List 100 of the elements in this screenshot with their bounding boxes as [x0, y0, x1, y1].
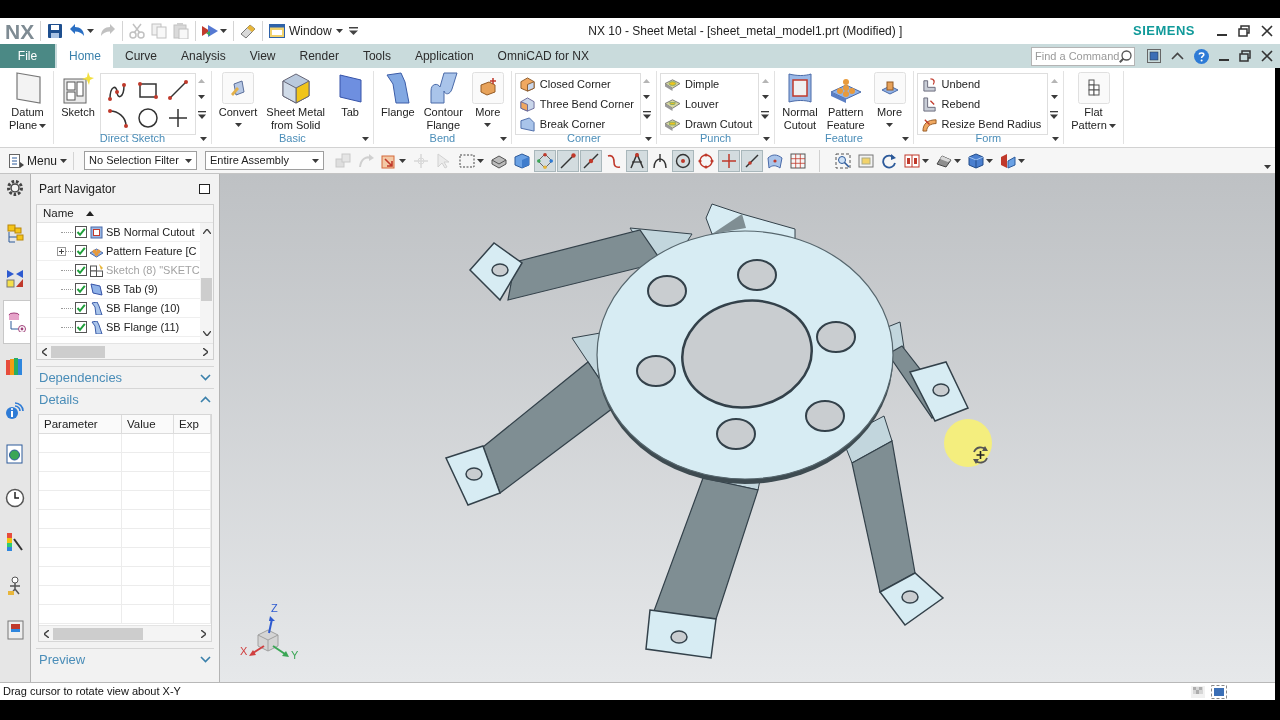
- checkbox[interactable]: [75, 302, 87, 314]
- restore-icon[interactable]: [1239, 50, 1251, 62]
- scroll-down-icon[interactable]: [761, 95, 769, 99]
- tree-item-label[interactable]: SB Normal Cutout: [106, 223, 195, 241]
- toolbar-button[interactable]: [557, 149, 580, 172]
- expand-gallery-icon[interactable]: [761, 111, 770, 119]
- toolbar-button[interactable]: [626, 149, 649, 172]
- checker-pattern-icon[interactable]: [1191, 685, 1205, 698]
- expand-gallery-icon[interactable]: [1050, 111, 1059, 119]
- ribbon-button[interactable]: Pattern Feature: [822, 71, 869, 133]
- chevron-down-icon[interactable]: [200, 374, 211, 381]
- scroll-right-icon[interactable]: [201, 629, 206, 638]
- ribbon-tab[interactable]: Analysis: [169, 44, 238, 68]
- customize-icon[interactable]: [348, 27, 358, 35]
- file-menu-button[interactable]: File: [0, 44, 55, 68]
- tree-item-label[interactable]: Pattern Feature [C: [106, 242, 197, 260]
- restore-icon[interactable]: [1238, 25, 1250, 37]
- toolbar-button[interactable]: [534, 149, 557, 172]
- ribbon-button[interactable]: More: [869, 71, 910, 133]
- ribbon-tab[interactable]: Render: [287, 44, 351, 68]
- ribbon-tab[interactable]: Tools: [350, 44, 403, 68]
- caret-icon[interactable]: [499, 137, 507, 141]
- expand-plus-icon[interactable]: [57, 246, 66, 256]
- help-icon[interactable]: [1194, 48, 1209, 64]
- close-icon[interactable]: [1261, 50, 1273, 62]
- ribbon-button[interactable]: Contour Flange: [419, 71, 467, 133]
- line-points-icon[interactable]: [166, 79, 189, 101]
- ribbon-button[interactable]: Sheet Metal from Solid: [262, 71, 329, 133]
- scroll-down-icon[interactable]: [643, 95, 651, 99]
- fit-window-icon[interactable]: [1147, 49, 1161, 63]
- horizontal-scrollbar[interactable]: [37, 343, 213, 359]
- scroll-down-icon[interactable]: [202, 331, 211, 336]
- ribbon-tab[interactable]: View: [237, 44, 288, 68]
- toolbar-button[interactable]: [672, 149, 695, 172]
- circle-icon[interactable]: [136, 107, 159, 129]
- checkbox[interactable]: [75, 321, 87, 333]
- window-frame-icon[interactable]: [1211, 684, 1227, 699]
- close-icon[interactable]: [1261, 25, 1273, 37]
- ribbon-button[interactable]: Convert: [214, 71, 262, 133]
- maximize-icon[interactable]: [199, 184, 210, 194]
- tree-item-label[interactable]: SB Flange (11): [106, 318, 180, 336]
- selection-filter-dropdown[interactable]: No Selection Filter: [84, 151, 198, 170]
- ribbon-tab[interactable]: Home: [57, 44, 113, 68]
- chevron-down-icon[interactable]: [200, 656, 211, 663]
- tree-item-label[interactable]: SB Tab (9): [106, 280, 158, 298]
- ribbon-tab[interactable]: Application: [402, 44, 486, 68]
- caret-icon[interactable]: [644, 137, 652, 141]
- ribbon-button[interactable]: Flange: [377, 71, 419, 133]
- toolbar-button[interactable]: [580, 149, 603, 172]
- checkbox[interactable]: [75, 283, 87, 295]
- caret-icon[interactable]: [901, 137, 909, 141]
- vertical-scrollbar[interactable]: [200, 223, 213, 343]
- ribbon-button[interactable]: Louver: [662, 94, 757, 114]
- caret-icon[interactable]: [1052, 137, 1060, 141]
- scroll-left-icon[interactable]: [42, 347, 47, 356]
- ribbon-button[interactable]: Unbend: [919, 74, 1046, 94]
- scrollbar-thumb[interactable]: [201, 278, 212, 301]
- ribbon-button[interactable]: Datum Plane: [5, 71, 51, 133]
- toolbar-button[interactable]: [741, 149, 764, 172]
- scroll-right-icon[interactable]: [203, 347, 208, 356]
- ribbon-button[interactable]: Closed Corner: [517, 74, 638, 94]
- scope-dropdown[interactable]: Entire Assembly: [205, 151, 325, 170]
- column-header[interactable]: Exp: [174, 415, 211, 433]
- column-header[interactable]: Parameter: [39, 415, 122, 433]
- chevron-up-icon[interactable]: [200, 396, 211, 403]
- ribbon-button[interactable]: Flat Pattern: [1067, 71, 1120, 133]
- rectangle-icon[interactable]: [136, 79, 159, 101]
- horizontal-scrollbar[interactable]: [39, 625, 211, 641]
- ribbon-button[interactable]: Sketch: [57, 71, 99, 133]
- window-menu-button[interactable]: Window: [262, 21, 343, 41]
- scroll-left-icon[interactable]: [44, 629, 49, 638]
- tree-item-label[interactable]: SB Flange (10): [106, 299, 180, 317]
- scroll-down-icon[interactable]: [198, 95, 206, 99]
- caret-icon[interactable]: [1264, 164, 1271, 169]
- plus-icon[interactable]: [166, 107, 189, 129]
- ribbon-button[interactable]: Three Bend Corner: [517, 94, 638, 114]
- expand-gallery-icon[interactable]: [642, 111, 651, 119]
- scroll-up-icon[interactable]: [202, 229, 211, 234]
- scroll-down-icon[interactable]: [1050, 95, 1058, 99]
- ribbon-button[interactable]: Normal Cutout: [778, 71, 822, 133]
- caret-icon[interactable]: [362, 137, 369, 141]
- ribbon-button[interactable]: Tab: [330, 71, 370, 133]
- column-header[interactable]: Value: [122, 415, 174, 433]
- arc-points-icon[interactable]: [106, 107, 129, 129]
- checkbox[interactable]: [75, 226, 87, 238]
- command-search-field[interactable]: Find a Command: [1031, 46, 1135, 66]
- caret-icon[interactable]: [199, 137, 207, 141]
- ribbon-button[interactable]: Dimple: [662, 74, 757, 94]
- ribbon-button[interactable]: Drawn Cutout: [662, 114, 757, 134]
- scrollbar-thumb[interactable]: [51, 345, 105, 358]
- expand-gallery-icon[interactable]: [197, 111, 206, 119]
- checkbox[interactable]: [75, 245, 87, 257]
- scrollbar-thumb[interactable]: [53, 627, 143, 640]
- ribbon-button[interactable]: More: [467, 71, 508, 133]
- ribbon-tab[interactable]: OmniCAD for NX: [485, 44, 601, 68]
- ribbon-button[interactable]: Rebend: [919, 94, 1046, 114]
- ribbon-button[interactable]: Break Corner: [517, 114, 638, 134]
- ribbon-button[interactable]: Resize Bend Radius: [919, 114, 1046, 134]
- ribbon-tab[interactable]: Curve: [113, 44, 170, 68]
- chevron-up-icon[interactable]: [1171, 52, 1184, 60]
